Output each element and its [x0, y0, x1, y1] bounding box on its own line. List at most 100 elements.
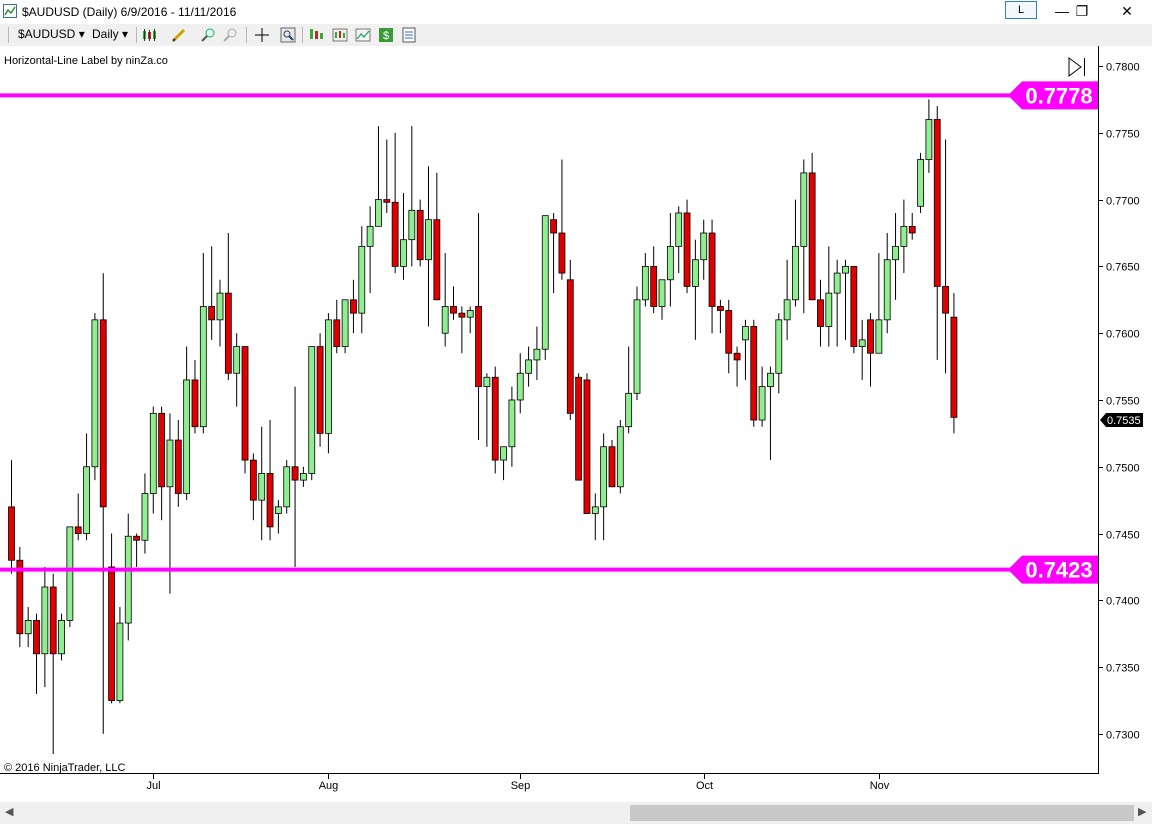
candle-body [633, 299, 641, 394]
close-icon[interactable]: ✕ [1105, 0, 1149, 22]
bar-style-icon[interactable] [141, 27, 157, 43]
y-tick-label: 0.7550 [1106, 396, 1140, 408]
candle-body [808, 172, 816, 301]
candle-body [608, 446, 616, 488]
candle-body [883, 259, 891, 321]
zoom-in-icon[interactable] [200, 27, 216, 43]
y-tick-label: 0.7750 [1106, 129, 1140, 141]
candle-body [575, 376, 583, 481]
candle-body [116, 622, 124, 701]
y-tick-label: 0.7650 [1106, 262, 1140, 274]
candle-body [700, 232, 708, 261]
candle-body [683, 212, 691, 287]
instrument-selector[interactable]: $AUDUSD ▾ [18, 27, 85, 41]
chart-trader-icon[interactable] [355, 27, 371, 43]
link-button[interactable]: L [1005, 1, 1037, 19]
candle-body [500, 446, 507, 461]
scroll-right-icon[interactable]: ▶ [1138, 805, 1146, 818]
candle-body [516, 372, 524, 401]
horizontal-line-label: 0.7423 [1025, 558, 1092, 583]
indicator-label: Horizontal-Line Label by ninZa.co [4, 55, 168, 67]
scrollbar-thumb[interactable] [630, 805, 1134, 821]
candle-body [74, 526, 82, 534]
interval-selector[interactable]: Daily ▾ [92, 27, 128, 41]
candle-body [24, 619, 32, 635]
candle-body [208, 306, 216, 321]
candle [58, 613, 65, 661]
candle-body [792, 245, 799, 301]
candle-body [441, 306, 449, 334]
candle-body [742, 326, 749, 341]
candle-body [133, 535, 141, 541]
candle-body [625, 392, 633, 428]
candle-body [942, 286, 949, 314]
chart-toolbar: $AUDUSD ▾ Daily ▾ $ [0, 24, 1152, 46]
horizontal-line-label: 0.7778 [1025, 83, 1092, 108]
y-tick-label: 0.7450 [1106, 530, 1140, 542]
candle [316, 333, 324, 447]
svg-text:$: $ [383, 30, 389, 42]
horizontal-scrollbar[interactable]: ◀ ▶ [0, 802, 1152, 824]
zoom-out-icon[interactable] [222, 27, 238, 43]
candle-body [241, 346, 249, 461]
chart-window-icon [3, 4, 17, 18]
last-price-marker: 0.7535 [1100, 413, 1143, 428]
candle-body [8, 506, 15, 561]
toolbar-grip [8, 27, 9, 43]
candle-body [717, 306, 724, 311]
candle-body [933, 119, 941, 287]
candle-body [33, 619, 40, 655]
candle-body [908, 225, 916, 234]
y-tick-label: 0.7300 [1106, 730, 1140, 742]
candle-body [925, 119, 933, 160]
toolbar-separator [136, 27, 137, 43]
candle-body [458, 312, 466, 318]
candle [750, 319, 758, 427]
indicators-icon[interactable] [309, 27, 325, 43]
candle [491, 366, 499, 474]
search-icon[interactable] [280, 27, 296, 43]
price-chart[interactable]: 0.7800 0.7750 0.7700 0.7650 0.7600 0.7550 0.75… [0, 46, 1152, 802]
candle-body [283, 466, 291, 508]
properties-icon[interactable] [401, 27, 417, 43]
candle [308, 346, 316, 481]
dollar-icon[interactable]: $ [378, 27, 394, 43]
candle [66, 526, 74, 628]
candle [241, 346, 249, 474]
y-tick-label: 0.7350 [1106, 663, 1140, 675]
candle-body [258, 473, 266, 501]
candle-body [91, 319, 99, 468]
candle [583, 373, 591, 514]
toolbar-separator [302, 27, 303, 43]
restore-icon[interactable]: ❐ [1060, 0, 1104, 22]
candle-body [366, 225, 374, 247]
copyright-text: © 2016 NinjaTrader, LLC [4, 762, 125, 774]
candle [283, 460, 291, 514]
strategies-icon[interactable] [332, 27, 348, 43]
candle-body [325, 319, 332, 434]
x-tick-label: Nov [870, 780, 890, 792]
candle-body [216, 292, 224, 321]
x-tick-label: Aug [319, 780, 339, 792]
crosshair-icon[interactable] [254, 27, 270, 43]
candle-body [249, 459, 257, 501]
candle-body [83, 466, 90, 534]
candle-body [691, 259, 699, 287]
candle-body [224, 292, 232, 374]
candle-body [149, 412, 157, 494]
candle-body [917, 159, 924, 207]
candle-body [433, 219, 441, 301]
candle-body [533, 348, 541, 361]
candle-body [383, 199, 391, 203]
candle-body [708, 232, 716, 307]
scroll-left-icon[interactable]: ◀ [5, 805, 13, 818]
candle-body [483, 376, 491, 388]
candle-body [566, 279, 574, 414]
pencil-icon[interactable] [171, 27, 187, 43]
y-tick-label: 0.7700 [1106, 196, 1140, 208]
window-title: $AUDUSD (Daily) 6/9/2016 - 11/11/2016 [22, 5, 237, 19]
candle-body [274, 506, 282, 514]
candle [91, 313, 99, 481]
candle-body [491, 376, 499, 461]
instrument-label: $AUDUSD [18, 27, 76, 41]
